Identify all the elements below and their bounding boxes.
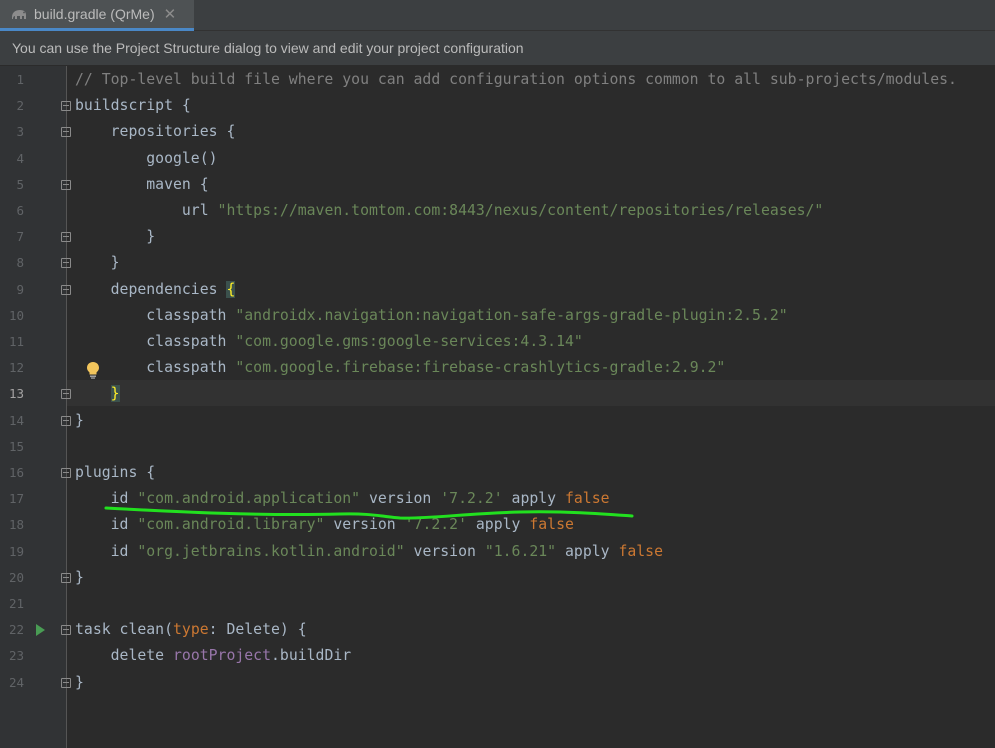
- fold-toggle-icon[interactable]: [61, 101, 71, 112]
- code-line[interactable]: 18 id "com.android.library" version '7.2…: [0, 512, 995, 538]
- fold-toggle-icon[interactable]: [61, 127, 71, 138]
- tab-title: build.gradle (QrMe): [34, 6, 155, 22]
- code-text[interactable]: }: [75, 408, 84, 434]
- line-number: 12: [8, 360, 24, 376]
- fold-toggle-icon[interactable]: [61, 468, 71, 478]
- fold-toggle-icon[interactable]: [61, 572, 71, 583]
- code-line[interactable]: 6 url "https://maven.tomtom.com:8443/nex…: [0, 198, 995, 224]
- code-line[interactable]: 2 buildscript {: [0, 93, 995, 119]
- code-text[interactable]: dependencies {: [75, 277, 236, 303]
- code-line[interactable]: 5 maven {: [0, 172, 995, 198]
- code-line[interactable]: 1 // Top-level build file where you can a…: [0, 67, 995, 93]
- code-text[interactable]: maven {: [75, 172, 208, 198]
- code-text[interactable]: id "com.android.application" version '7.…: [75, 486, 610, 512]
- line-number: 5: [16, 176, 24, 192]
- line-number: 4: [16, 150, 24, 166]
- line-number: 11: [8, 334, 24, 349]
- code-text[interactable]: }: [75, 224, 155, 250]
- line-number: 24: [8, 674, 24, 690]
- fold-toggle-icon[interactable]: [61, 284, 71, 295]
- fold-toggle-icon[interactable]: [61, 232, 71, 243]
- line-number: 9: [16, 281, 24, 297]
- code-line[interactable]: 9 dependencies {: [0, 277, 995, 303]
- line-number: 13: [8, 386, 24, 402]
- code-line[interactable]: 17 id "com.android.application" version …: [0, 486, 995, 512]
- code-line[interactable]: 20}: [0, 565, 995, 591]
- code-text[interactable]: id "com.android.library" version '7.2.2'…: [75, 512, 574, 538]
- code-line[interactable]: 11 classpath "com.google.gms:google-serv…: [0, 329, 995, 355]
- line-number: 14: [8, 412, 24, 428]
- banner-text[interactable]: You can use the Project Structure dialog…: [12, 40, 524, 56]
- line-number: 23: [8, 648, 24, 664]
- fold-toggle-icon[interactable]: [61, 179, 71, 190]
- code-line[interactable]: 12 classpath "com.google.firebase:fireba…: [0, 355, 995, 381]
- code-line[interactable]: 4 google(): [0, 146, 995, 172]
- line-number: 10: [8, 307, 24, 323]
- code-text[interactable]: buildscript {: [75, 93, 191, 119]
- code-text[interactable]: google(): [75, 146, 217, 172]
- fold-toggle-icon[interactable]: [61, 389, 71, 400]
- fold-toggle-icon[interactable]: [61, 625, 71, 636]
- code-line[interactable]: 10 classpath "androidx.navigation:naviga…: [0, 303, 995, 329]
- fold-toggle-icon[interactable]: [61, 677, 71, 688]
- line-number: 3: [16, 124, 24, 140]
- code-text[interactable]: }: [75, 565, 84, 591]
- close-tab-icon[interactable]: ✕: [164, 5, 177, 23]
- code-text[interactable]: delete rootProject.buildDir: [75, 643, 352, 669]
- code-text[interactable]: classpath "androidx.navigation:navigatio…: [75, 303, 787, 329]
- code-line[interactable]: 23 delete rootProject.buildDir: [0, 643, 995, 669]
- line-number: 8: [16, 255, 24, 271]
- code-text[interactable]: repositories {: [75, 119, 236, 145]
- code-line[interactable]: 15: [0, 434, 995, 460]
- code-line[interactable]: 13 }: [0, 381, 995, 407]
- code-text[interactable]: plugins {: [75, 460, 155, 486]
- code-line[interactable]: 7 }: [0, 224, 995, 250]
- line-number: 17: [8, 491, 24, 507]
- fold-toggle-icon[interactable]: [61, 258, 71, 269]
- line-number: 7: [16, 229, 24, 245]
- line-number: 18: [8, 517, 24, 533]
- line-number: 16: [8, 465, 24, 480]
- gradle-elephant-icon: [12, 10, 26, 19]
- line-number: 2: [16, 98, 24, 114]
- code-line[interactable]: 21: [0, 591, 995, 617]
- code-line[interactable]: 3 repositories {: [0, 119, 995, 145]
- code-line[interactable]: 24}: [0, 670, 995, 696]
- line-number: 22: [8, 622, 24, 638]
- code-text[interactable]: // Top-level build file where you can ad…: [75, 67, 957, 93]
- project-structure-banner: You can use the Project Structure dialog…: [0, 31, 995, 66]
- line-number: 19: [8, 543, 24, 559]
- line-number: 1: [16, 72, 24, 87]
- code-line[interactable]: 16 plugins {: [0, 460, 995, 486]
- code-line[interactable]: 19 id "org.jetbrains.kotlin.android" ver…: [0, 539, 995, 565]
- code-text[interactable]: url "https://maven.tomtom.com:8443/nexus…: [75, 198, 823, 224]
- code-text[interactable]: }: [75, 250, 120, 276]
- code-text[interactable]: }: [75, 381, 120, 407]
- code-text[interactable]: }: [75, 670, 84, 696]
- intention-bulb-icon[interactable]: [85, 361, 101, 379]
- editor-tab-bar: build.gradle (QrMe) ✕: [0, 0, 995, 31]
- code-text[interactable]: task clean(type: Delete) {: [75, 617, 307, 643]
- tab-build-gradle[interactable]: build.gradle (QrMe) ✕: [0, 0, 194, 31]
- line-number: 20: [8, 569, 24, 585]
- run-gutter-icon[interactable]: [36, 624, 45, 636]
- code-text[interactable]: classpath "com.google.firebase:firebase-…: [75, 355, 725, 381]
- code-line[interactable]: 8 }: [0, 250, 995, 276]
- code-line[interactable]: 22 task clean(type: Delete) {: [0, 617, 995, 643]
- code-line[interactable]: 14}: [0, 408, 995, 434]
- code-text[interactable]: classpath "com.google.gms:google-service…: [75, 329, 583, 355]
- fold-toggle-icon[interactable]: [61, 415, 71, 426]
- line-number: 15: [8, 438, 24, 454]
- line-number: 21: [8, 596, 24, 611]
- line-number: 6: [16, 203, 24, 218]
- code-text[interactable]: id "org.jetbrains.kotlin.android" versio…: [75, 539, 663, 565]
